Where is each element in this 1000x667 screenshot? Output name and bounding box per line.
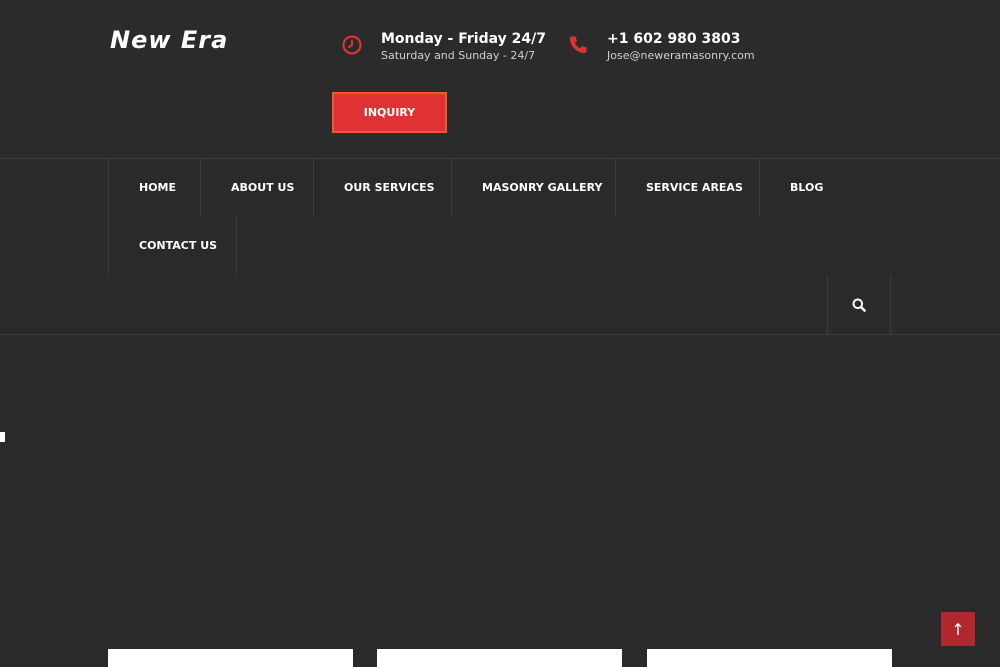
search-icon [852, 298, 866, 312]
nav-item-home[interactable]: HOME [108, 158, 201, 216]
nav-item-masonry-gallery[interactable]: MASONRY GALLERY [451, 158, 616, 216]
nav-item-our-services[interactable]: OUR SERVICES [313, 158, 452, 216]
phone-icon [569, 36, 587, 54]
phone-number[interactable]: +1 602 980 3803 [607, 30, 755, 48]
top-header: New Era Monday - Friday 24/7 Saturday an… [0, 0, 1000, 158]
inquiry-button[interactable]: INQUIRY [332, 92, 447, 133]
hours-title: Monday - Friday 24/7 [381, 31, 546, 47]
service-card[interactable] [647, 649, 892, 667]
service-card[interactable] [108, 649, 353, 667]
nav-item-about-us[interactable]: ABOUT US [200, 158, 314, 216]
email-address[interactable]: Jose@neweramasonry.com [607, 49, 755, 63]
clock-icon [342, 35, 362, 55]
contact-info: +1 602 980 3803 Jose@neweramasonry.com [567, 30, 755, 63]
nav-item-service-areas[interactable]: SERVICE AREAS [615, 158, 760, 216]
hero-slider [0, 335, 1000, 667]
service-card[interactable] [377, 649, 622, 667]
business-hours: Monday - Friday 24/7 Saturday and Sunday… [341, 30, 546, 63]
search-button[interactable] [827, 275, 891, 334]
slider-indicator[interactable] [0, 432, 5, 442]
site-logo[interactable]: New Era [110, 26, 228, 54]
nav-item-contact-us[interactable]: CONTACT US [108, 216, 237, 274]
nav-item-blog[interactable]: BLOG [759, 158, 849, 216]
arrow-up-icon: ↑ [951, 619, 965, 639]
hours-subtitle: Saturday and Sunday - 24/7 [381, 49, 536, 62]
back-to-top-button[interactable]: ↑ [941, 612, 975, 646]
